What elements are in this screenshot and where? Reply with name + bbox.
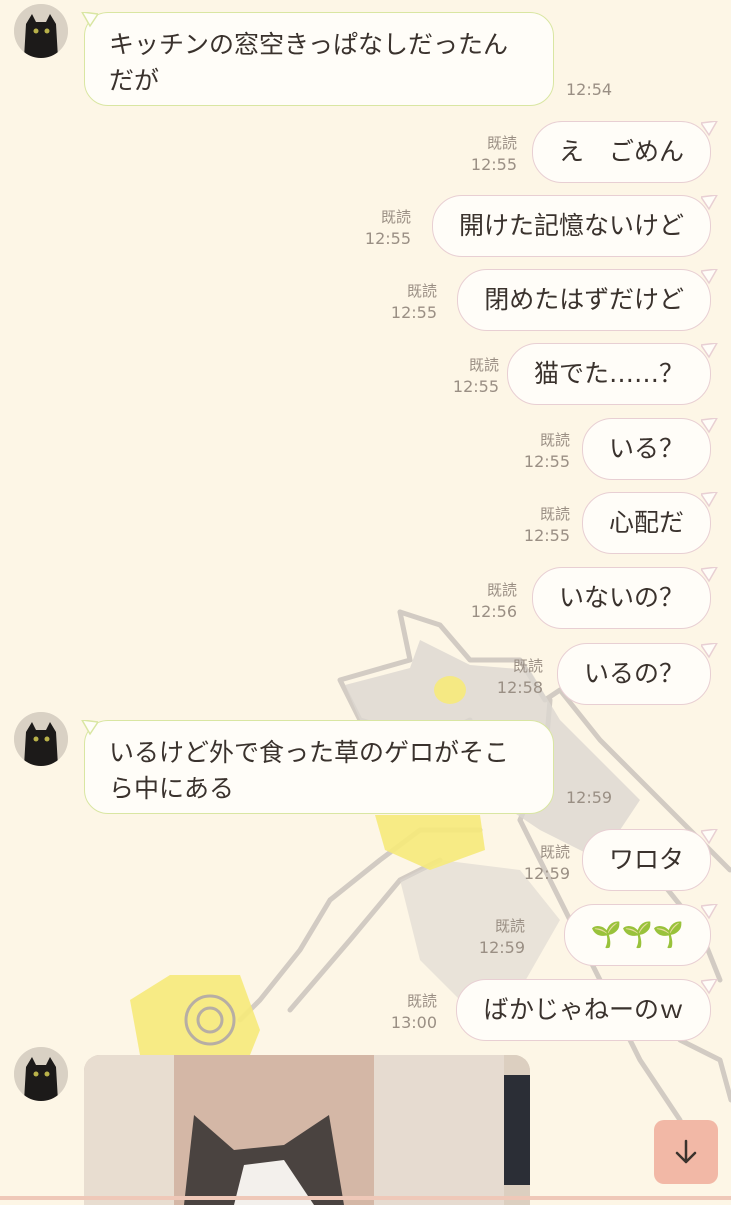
- message-bubble-outgoing[interactable]: いないの？: [531, 567, 711, 629]
- message-time: 12:55: [523, 452, 570, 471]
- read-receipt: 既読: [380, 208, 411, 226]
- message-meta: 既読 12:55: [453, 355, 499, 397]
- message-meta: 既読 12:58: [497, 656, 543, 698]
- bubble-tail: [701, 829, 718, 845]
- message-meta: 既読 12:59: [524, 842, 570, 884]
- bubble-tail: [81, 720, 98, 736]
- message-text: いるの？: [583, 659, 684, 688]
- message-text: 開けた記憶ないけど: [458, 211, 684, 240]
- message-bubble-outgoing[interactable]: いるの？: [556, 643, 711, 705]
- message-time: 12:55: [523, 526, 570, 545]
- bubble-tail: [701, 904, 718, 920]
- message-text: だが: [109, 66, 160, 95]
- message-bubble-outgoing[interactable]: いる？: [581, 418, 711, 480]
- message-time: 12:58: [496, 678, 543, 697]
- scroll-to-bottom-button[interactable]: [654, 1120, 718, 1184]
- message-time: 12:59: [478, 938, 525, 957]
- message-text: いないの？: [558, 583, 684, 612]
- message-text: キッチンの窓空きっぱなしだったん: [109, 30, 509, 59]
- message-text: 猫でた……？: [533, 359, 684, 388]
- message-time: 12:56: [470, 602, 517, 621]
- message-meta: 既読 13:00: [391, 991, 437, 1033]
- message-text: いるけど外で食った草のゲロがそこ: [109, 738, 510, 767]
- message-text: いる？: [608, 434, 684, 463]
- message-bubble-outgoing[interactable]: 心配だ: [581, 492, 711, 554]
- bubble-tail: [701, 195, 718, 211]
- message-bubble-incoming[interactable]: いるけど外で食った草のゲロがそこ ら中にある: [84, 720, 554, 814]
- message-bubble-outgoing[interactable]: ばかじゃねーのｗ: [456, 979, 711, 1041]
- black-cat-avatar-icon[interactable]: [14, 4, 68, 58]
- read-receipt: 既読: [539, 843, 570, 861]
- bubble-tail: [701, 343, 718, 359]
- bubble-tail: [701, 643, 718, 659]
- message-bubble-outgoing[interactable]: ワロタ: [581, 829, 711, 891]
- message-meta: 既読 12:59: [479, 916, 525, 958]
- cat-photo[interactable]: [84, 1055, 530, 1205]
- message-text: え ごめん: [558, 137, 684, 166]
- read-receipt: 既読: [539, 505, 570, 523]
- message-text: ばかじゃねーのｗ: [483, 995, 684, 1024]
- bubble-tail: [81, 12, 98, 28]
- read-receipt: 既読: [486, 134, 517, 152]
- black-cat-avatar-icon[interactable]: [14, 1047, 68, 1101]
- arrow-down-icon: [675, 1139, 697, 1164]
- message-text: 心配だ: [608, 508, 684, 537]
- message-time: 12:59: [566, 788, 613, 807]
- message-bubble-outgoing[interactable]: 猫でた……？: [506, 343, 711, 405]
- bubble-tail: [701, 567, 718, 583]
- bubble-tail: [701, 121, 718, 137]
- read-receipt: 既読: [512, 657, 543, 675]
- message-meta: 既読 12:56: [471, 580, 517, 622]
- read-receipt: 既読: [486, 581, 517, 599]
- message-time: 12:54: [566, 80, 613, 99]
- message-meta: 既読 12:55: [524, 430, 570, 472]
- message-time: 12:55: [452, 377, 499, 396]
- message-meta: 既読 12:55: [471, 133, 517, 175]
- message-text: ら中にある: [109, 774, 235, 803]
- message-meta: 既読 12:55: [524, 504, 570, 546]
- bubble-tail: [701, 492, 718, 508]
- bubble-tail: [701, 269, 718, 285]
- message-time: 12:55: [470, 155, 517, 174]
- message-time: 12:55: [390, 303, 437, 322]
- message-time: 12:55: [364, 229, 411, 248]
- message-text: 閉めたはずだけど: [484, 285, 684, 314]
- message-text: 🌱🌱🌱: [590, 920, 684, 949]
- message-meta: 既読 12:55: [391, 281, 437, 323]
- message-time: 13:00: [390, 1013, 437, 1032]
- read-receipt: 既読: [494, 917, 525, 935]
- read-receipt: 既読: [406, 282, 437, 300]
- message-bubble-outgoing[interactable]: え ごめん: [531, 121, 711, 183]
- black-cat-avatar-icon[interactable]: [14, 712, 68, 766]
- message-meta: 既読 12:55: [365, 207, 411, 249]
- message-bubble-outgoing[interactable]: 開けた記憶ないけど: [431, 195, 711, 257]
- read-receipt: 既読: [406, 992, 437, 1010]
- bottom-divider: [0, 1196, 731, 1200]
- read-receipt: 既読: [468, 356, 499, 374]
- message-text: ワロタ: [608, 845, 684, 874]
- read-receipt: 既読: [539, 431, 570, 449]
- bubble-tail: [701, 979, 718, 995]
- message-bubble-outgoing[interactable]: 🌱🌱🌱: [563, 904, 711, 966]
- message-time: 12:59: [523, 864, 570, 883]
- bubble-tail: [701, 418, 718, 434]
- message-bubble-outgoing[interactable]: 閉めたはずだけど: [457, 269, 711, 331]
- message-bubble-incoming[interactable]: キッチンの窓空きっぱなしだったん だが: [84, 12, 554, 106]
